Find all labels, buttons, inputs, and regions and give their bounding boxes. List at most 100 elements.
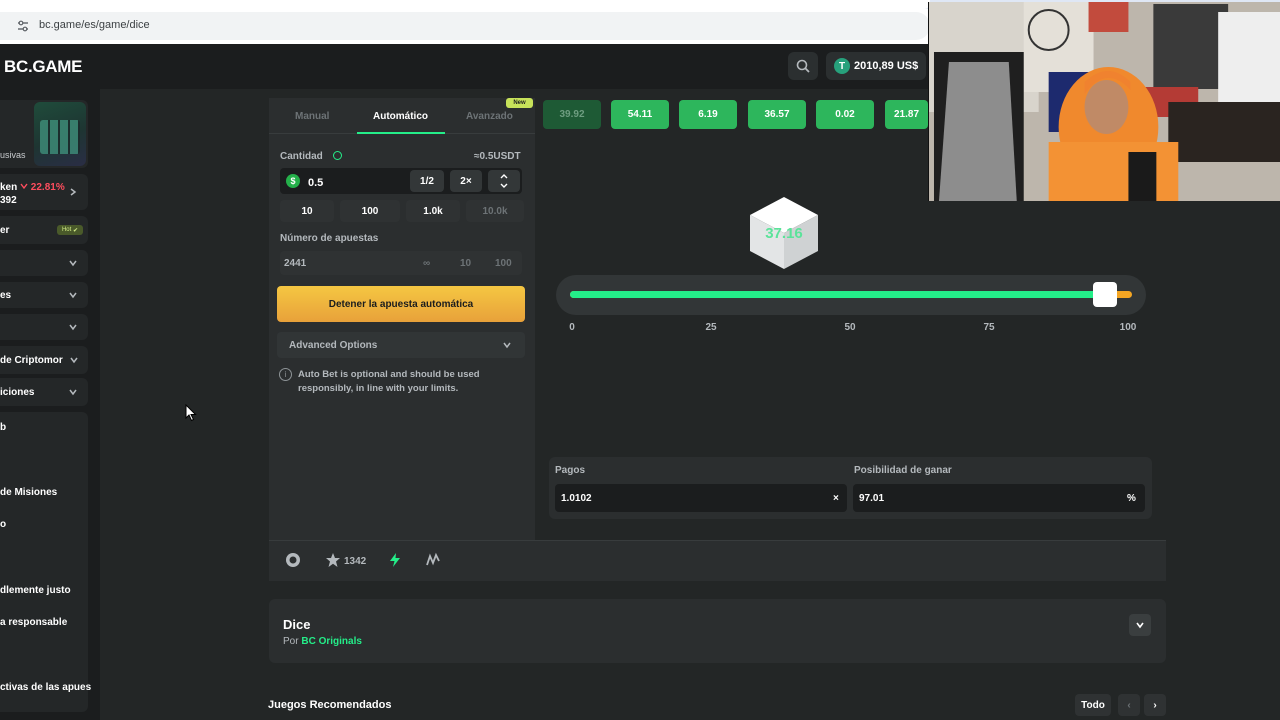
lightning-icon[interactable] [387,552,403,568]
stats-chart-icon[interactable] [425,552,441,568]
amount-stepper[interactable] [488,170,520,192]
history-result: 6.19 [679,100,737,129]
dice-result: 37.16 [765,225,803,242]
tab-advanced[interactable]: Avanzado [466,111,513,122]
preset-10k[interactable]: 10.0k [466,200,524,222]
payout-label: Pagos [555,465,586,476]
preset-1k[interactable]: 1.0k [406,200,460,222]
sidebar-item-label: er [0,225,10,236]
promo-image [34,102,86,166]
sidebar-item-label: es [0,290,12,301]
chevron-up-down-icon [500,174,508,188]
mouse-cursor-icon [185,404,197,422]
view-all-button[interactable]: Todo [1075,694,1111,716]
win-chance-input[interactable] [853,484,1145,512]
sidebar-item-label: de Criptomor [0,355,63,366]
history-result: 54.11 [611,100,669,129]
flame-icon: ✔ [72,227,79,234]
slider-tick: 100 [1119,322,1137,333]
chevron-down-icon [1136,622,1144,629]
chevron-down-icon [69,292,77,299]
sidebar-item-label[interactable]: b [0,422,6,433]
history-result: 0.02 [816,100,874,129]
sidebar-item-label: iciones [0,387,35,398]
preset-10[interactable]: 10 [280,200,334,222]
sidebar-item-label[interactable]: o [0,519,6,530]
settings-icon[interactable] [285,552,301,568]
sidebar-item-label[interactable]: a responsable [0,617,67,628]
history-result: 39.92 [543,100,601,129]
active-tab-indicator [357,132,445,134]
double-button[interactable]: 2× [450,170,482,192]
payout-unit: × [833,493,839,504]
prev-button[interactable]: ‹ [1118,694,1140,716]
hot-badge: Hot ✔ [57,225,83,235]
provider-link[interactable]: BC Originals [301,636,362,647]
game-info-card [269,599,1166,663]
sidebar-token-name: ken 22.81% [0,182,65,193]
new-badge: New [506,98,533,108]
history-result: 21.87 [885,100,928,129]
half-button[interactable]: 1/2 [410,170,444,192]
chevron-down-icon [69,324,77,331]
bets-option-infinite[interactable]: ∞ [423,258,430,269]
advanced-options-label: Advanced Options [289,340,378,351]
payout-input[interactable] [555,484,847,512]
bets-input[interactable] [280,251,522,275]
search-icon [796,59,810,73]
bets-option-10[interactable]: 10 [460,258,471,269]
amount-value[interactable]: 0.5 [308,177,323,189]
browser-active-tab[interactable] [0,0,930,9]
site-settings-icon[interactable] [16,19,30,33]
favorite-count: 1342 [344,556,367,567]
chevron-right-icon[interactable] [68,187,78,197]
game-toolbar [269,540,1166,581]
url-text[interactable]: bc.game/es/game/dice [39,19,150,31]
amount-label: Cantidad [280,151,323,162]
chevron-down-icon [70,357,78,364]
game-info-toggle[interactable] [1129,614,1151,636]
sidebar-token-value: 392 [0,195,17,206]
sidebar-item-label[interactable]: ctivas de las apues [0,682,91,693]
search-button[interactable] [788,52,818,80]
bets-label: Número de apuestas [280,233,379,244]
history-result: 36.57 [748,100,806,129]
game-provider: Por BC Originals [283,636,362,647]
recommended-title: Juegos Recomendados [268,699,392,711]
info-icon[interactable] [333,151,342,160]
usdt-coin-icon: T [834,58,850,74]
win-chance-label: Posibilidad de ganar [854,465,952,476]
chevron-down-icon [69,389,77,396]
slider-handle[interactable] [1093,282,1118,307]
dollar-coin-icon: $ [286,174,300,188]
star-icon[interactable] [325,552,341,568]
game-title: Dice [283,617,311,632]
info-icon: i [279,368,292,381]
win-chance-unit: % [1127,493,1136,504]
payout-value[interactable]: 1.0102 [561,493,592,504]
next-button[interactable]: › [1144,694,1166,716]
sidebar-item-label[interactable]: de Misiones [0,487,57,498]
sidebar-promo-caption: usivas [0,150,26,160]
bets-option-100[interactable]: 100 [495,258,512,269]
slider-tick: 50 [844,322,856,333]
preset-100[interactable]: 100 [340,200,400,222]
sidebar-item-label[interactable]: dlemente justo [0,585,71,596]
sidebar-group [0,412,88,712]
autobet-note: Auto Bet is optional and should be used … [298,369,480,394]
sidebar-token-change: 22.81% [30,182,65,193]
win-chance-value[interactable]: 97.01 [859,493,884,504]
slider-tick: 25 [705,322,717,333]
balance-amount: 2010,89 US$ [854,60,919,72]
chevron-down-icon [503,342,511,349]
site-logo[interactable]: BC.GAME [4,57,82,77]
tab-manual[interactable]: Manual [295,111,329,122]
stop-autobet-button[interactable]: Detener la apuesta automática [277,286,525,322]
slider-win-range [570,291,1116,298]
slider-tick: 75 [983,322,995,333]
trend-down-icon [20,183,28,190]
chevron-down-icon [69,260,77,267]
bets-value[interactable]: 2441 [284,258,306,269]
slider-tick: 0 [569,322,575,333]
tab-automatic[interactable]: Automático [373,111,428,122]
